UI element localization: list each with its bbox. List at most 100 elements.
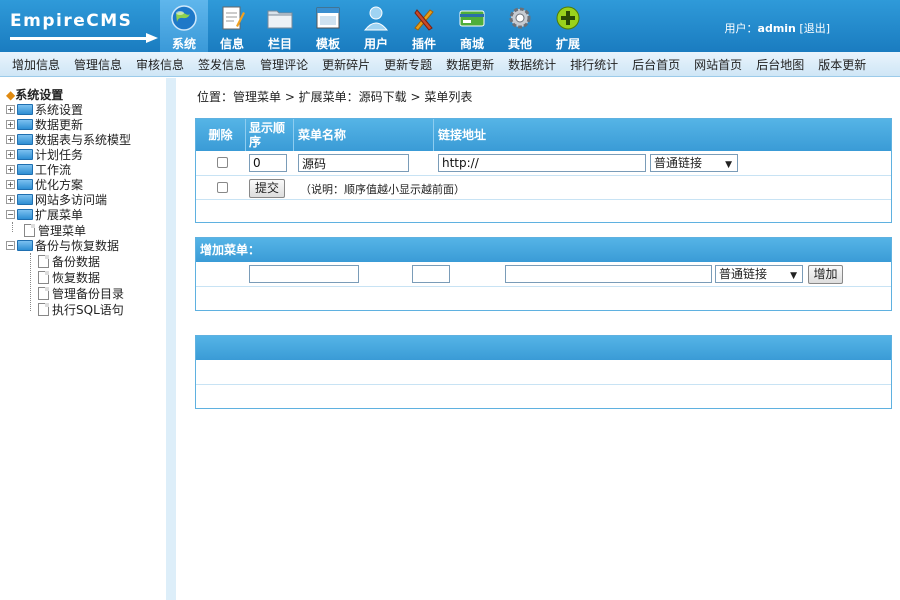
subnav-sign-info[interactable]: 签发信息 bbox=[198, 56, 246, 73]
tree-item-backup-data[interactable]: 备份数据 bbox=[38, 254, 100, 269]
top-header: EmpireCMS 系统 信息 栏目 模板 用户 插件 商城 其他 扩展 用户：… bbox=[0, 0, 900, 52]
new-order-input[interactable] bbox=[412, 265, 450, 283]
tree-item-extend-menu[interactable]: − 扩展菜单 bbox=[6, 207, 83, 222]
nav-other[interactable]: 其他 bbox=[496, 0, 544, 52]
gear-icon bbox=[509, 7, 531, 29]
tree-item-data-update[interactable]: + 数据更新 bbox=[6, 117, 83, 132]
tree-item-system-settings[interactable]: + 系统设置 bbox=[6, 102, 83, 117]
expand-icon[interactable]: + bbox=[6, 165, 15, 174]
row-divider bbox=[196, 175, 891, 176]
panel-header bbox=[196, 336, 891, 360]
nav-user[interactable]: 用户 bbox=[352, 0, 400, 52]
tree-connector bbox=[30, 253, 31, 311]
add-button[interactable]: 增加 bbox=[808, 265, 843, 284]
expand-icon[interactable]: + bbox=[6, 195, 15, 204]
tree-item-optimization[interactable]: + 优化方案 bbox=[6, 177, 83, 192]
logo-text: EmpireCMS bbox=[10, 11, 133, 31]
expand-icon[interactable]: + bbox=[6, 135, 15, 144]
tree-connector bbox=[12, 222, 13, 232]
expand-icon[interactable]: + bbox=[6, 180, 15, 189]
subnav-version-update[interactable]: 版本更新 bbox=[818, 56, 866, 73]
nav-label: 信息 bbox=[219, 37, 244, 51]
table-header: 删除 显示顺序 菜单名称 链接地址 bbox=[196, 119, 891, 151]
subnav-add-info[interactable]: 增加信息 bbox=[12, 56, 60, 73]
subnav-manage-info[interactable]: 管理信息 bbox=[74, 56, 122, 73]
home-icon: ◆ bbox=[6, 88, 16, 102]
folder-icon bbox=[17, 149, 33, 160]
subnav-rank-stats[interactable]: 排行统计 bbox=[570, 56, 618, 73]
col-order: 显示顺序 bbox=[246, 119, 294, 151]
expand-icon[interactable]: + bbox=[6, 120, 15, 129]
subnav-review-info[interactable]: 审核信息 bbox=[136, 56, 184, 73]
collapse-icon[interactable]: − bbox=[6, 241, 15, 250]
menu-name-input[interactable] bbox=[298, 154, 409, 172]
menu-url-input[interactable] bbox=[438, 154, 646, 172]
folder-icon bbox=[17, 104, 33, 115]
subnav-site-home[interactable]: 网站首页 bbox=[694, 56, 742, 73]
subnav-data-stats[interactable]: 数据统计 bbox=[508, 56, 556, 73]
folder-open-icon bbox=[17, 209, 33, 220]
folder-icon bbox=[17, 119, 33, 130]
tree-item-manage-menu[interactable]: 管理菜单 bbox=[24, 223, 86, 238]
link-type-select[interactable]: 普通链接 ▼ bbox=[650, 154, 738, 172]
order-input[interactable] bbox=[249, 154, 287, 172]
document-icon bbox=[24, 224, 35, 237]
logo-arrow bbox=[146, 33, 158, 43]
tree-item-manage-backup-dir[interactable]: 管理备份目录 bbox=[38, 286, 124, 301]
subnav-admin-map[interactable]: 后台地图 bbox=[756, 56, 804, 73]
tree-item-run-sql[interactable]: 执行SQL语句 bbox=[38, 302, 124, 317]
new-menu-name-input[interactable] bbox=[249, 265, 359, 283]
folder-icon bbox=[267, 10, 293, 29]
submit-button[interactable]: 提交 bbox=[249, 179, 285, 198]
subnav-manage-comments[interactable]: 管理评论 bbox=[260, 56, 308, 73]
select-all-checkbox[interactable] bbox=[217, 182, 228, 193]
tree-item-restore-data[interactable]: 恢复数据 bbox=[38, 270, 100, 285]
document-icon bbox=[38, 303, 49, 316]
tree-item-workflow[interactable]: + 工作流 bbox=[6, 162, 71, 177]
tree-item-scheduled-tasks[interactable]: + 计划任务 bbox=[6, 147, 83, 162]
collapse-icon[interactable]: − bbox=[6, 210, 15, 219]
nav-extend[interactable]: 扩展 bbox=[544, 0, 592, 52]
col-name: 菜单名称 bbox=[294, 119, 434, 151]
subnav-update-topics[interactable]: 更新专题 bbox=[384, 56, 432, 73]
nav-label: 其他 bbox=[507, 37, 532, 51]
expand-icon[interactable]: + bbox=[6, 150, 15, 159]
tools-icon bbox=[414, 9, 434, 31]
subnav-data-update[interactable]: 数据更新 bbox=[446, 56, 494, 73]
nav-system[interactable]: 系统 bbox=[160, 0, 208, 52]
new-url-input[interactable] bbox=[505, 265, 712, 283]
tree-item-tables-models[interactable]: + 数据表与系统模型 bbox=[6, 132, 131, 147]
username: admin bbox=[757, 22, 796, 35]
delete-checkbox[interactable] bbox=[217, 157, 228, 168]
subnav-update-fragments[interactable]: 更新碎片 bbox=[322, 56, 370, 73]
nav-template[interactable]: 模板 bbox=[304, 0, 352, 52]
nav-info[interactable]: 信息 bbox=[208, 0, 256, 52]
user-prefix: 用户： bbox=[724, 22, 758, 35]
col-url: 链接地址 bbox=[438, 128, 487, 142]
logout-link[interactable]: [退出] bbox=[799, 22, 830, 35]
nav-column[interactable]: 栏目 bbox=[256, 0, 304, 52]
folder-icon bbox=[17, 194, 33, 205]
folder-icon bbox=[17, 134, 33, 145]
document-pen-icon bbox=[222, 6, 245, 30]
new-link-type-select[interactable]: 普通链接 ▼ bbox=[715, 265, 803, 283]
add-menu-title: 增加菜单： bbox=[196, 238, 891, 262]
nav-plugin[interactable]: 插件 bbox=[400, 0, 448, 52]
folder-icon bbox=[17, 179, 33, 190]
subnav-admin-home[interactable]: 后台首页 bbox=[632, 56, 680, 73]
order-note: （说明：顺序值越小显示越前面） bbox=[300, 183, 465, 196]
expand-icon[interactable]: + bbox=[6, 105, 15, 114]
breadcrumb: 位置：管理菜单 > 扩展菜单：源码下载 > 菜单列表 bbox=[197, 90, 473, 104]
folder-icon bbox=[17, 164, 33, 175]
tree-item-multi-access[interactable]: + 网站多访问端 bbox=[6, 192, 107, 207]
row-divider bbox=[196, 286, 891, 287]
row-divider bbox=[196, 384, 891, 385]
nav-shop[interactable]: 商城 bbox=[448, 0, 496, 52]
empirecms-logo[interactable]: EmpireCMS bbox=[6, 8, 158, 46]
dropdown-arrow-icon: ▼ bbox=[790, 271, 797, 281]
document-icon bbox=[38, 287, 49, 300]
sub-nav: 增加信息 管理信息 审核信息 签发信息 管理评论 更新碎片 更新专题 数据更新 … bbox=[0, 52, 900, 77]
logo-underline bbox=[10, 37, 152, 40]
nav-label: 栏目 bbox=[267, 37, 292, 51]
tree-item-backup-restore[interactable]: − 备份与恢复数据 bbox=[6, 238, 119, 253]
